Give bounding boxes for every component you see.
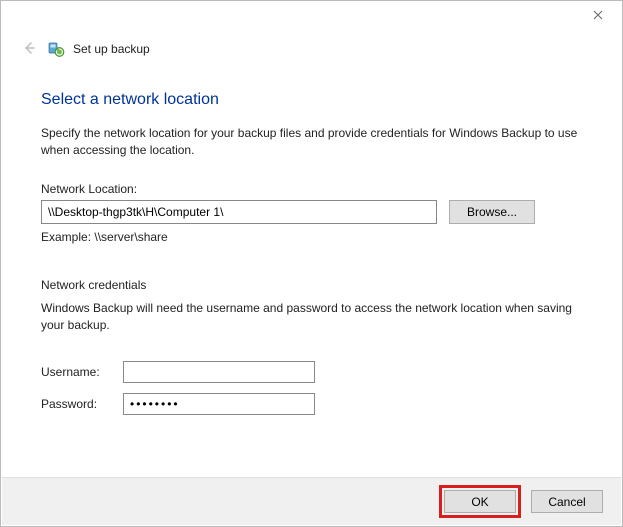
dialog-window: Set up backup Select a network location … bbox=[0, 0, 623, 527]
page-description: Specify the network location for your ba… bbox=[41, 125, 582, 160]
back-arrow-icon bbox=[22, 41, 36, 58]
credentials-description: Windows Backup will need the username an… bbox=[41, 300, 582, 335]
password-input[interactable] bbox=[123, 393, 315, 415]
username-input[interactable] bbox=[123, 361, 315, 383]
credentials-grid: Username: Password: bbox=[41, 361, 582, 415]
network-location-row: Browse... bbox=[41, 200, 582, 224]
cancel-button[interactable]: Cancel bbox=[531, 490, 603, 513]
ok-button[interactable]: OK bbox=[444, 490, 516, 513]
username-label: Username: bbox=[41, 365, 123, 379]
ok-highlight: OK bbox=[439, 485, 521, 518]
close-button[interactable] bbox=[582, 5, 614, 27]
dialog-footer: OK Cancel bbox=[2, 477, 621, 525]
back-button[interactable] bbox=[19, 39, 39, 59]
window-title: Set up backup bbox=[73, 42, 150, 56]
example-text: Example: \\server\share bbox=[41, 230, 582, 244]
credentials-heading: Network credentials bbox=[41, 278, 582, 292]
header-row: Set up backup bbox=[1, 31, 622, 63]
network-location-input[interactable] bbox=[41, 200, 437, 224]
username-row: Username: bbox=[41, 361, 582, 383]
password-row: Password: bbox=[41, 393, 582, 415]
network-location-label: Network Location: bbox=[41, 182, 582, 196]
backup-icon bbox=[47, 40, 65, 58]
title-bar bbox=[1, 1, 622, 31]
password-label: Password: bbox=[41, 397, 123, 411]
browse-button[interactable]: Browse... bbox=[449, 200, 535, 224]
content-area: Select a network location Specify the ne… bbox=[1, 63, 622, 415]
close-icon bbox=[593, 9, 603, 23]
page-heading: Select a network location bbox=[41, 91, 582, 109]
